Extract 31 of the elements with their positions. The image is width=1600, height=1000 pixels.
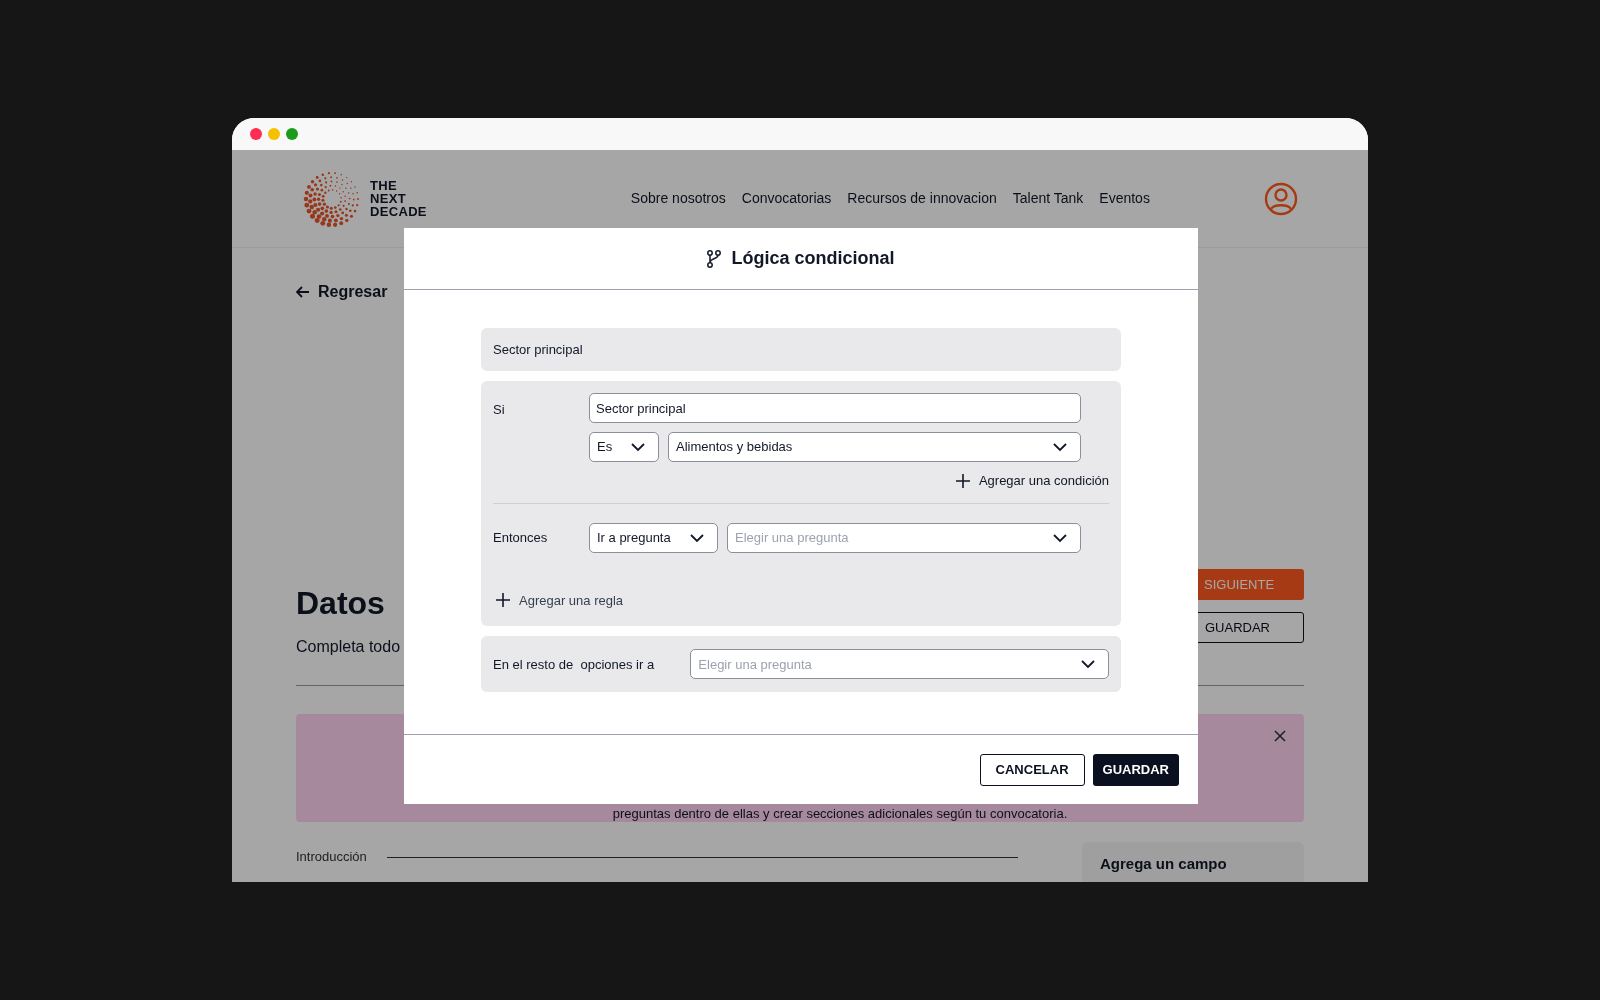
then-label: Entonces (493, 528, 549, 547)
add-condition-link[interactable]: Agregar una condición (955, 471, 1109, 491)
nav-link[interactable]: Convocatorias (741, 188, 832, 209)
nav-link[interactable]: Recursos de innovacion (847, 188, 997, 209)
fallback-label: En el resto de opciones ir a (493, 655, 656, 674)
value-dropdown[interactable]: Alimentos y bebidas (668, 432, 1081, 462)
cancel-button[interactable]: CANCELAR (979, 753, 1085, 786)
section-label: Introducción (296, 848, 367, 867)
action-dropdown[interactable]: Ir a pregunta (589, 522, 718, 553)
nav-link[interactable]: Sobre nosotros (630, 188, 726, 209)
modal-title: Lógica condicional (731, 247, 895, 270)
nav-link[interactable]: Eventos (1099, 188, 1150, 209)
close-icon[interactable] (1274, 730, 1286, 742)
banner-text: preguntas dentro de ellas y crear secciones adicionales según tu convocatoria. (612, 806, 1068, 821)
plus-icon (955, 473, 970, 488)
branch-icon (707, 249, 722, 268)
arrow-left-icon (296, 286, 310, 298)
logo-text: THE NEXT DECADE (370, 179, 427, 218)
back-link[interactable]: Regresar (296, 280, 388, 304)
nav-link[interactable]: Talent Tank (1012, 188, 1084, 209)
field-input[interactable]: Sector principal (589, 393, 1081, 423)
add-rule-link[interactable]: Agregar una regla (496, 590, 624, 610)
save-button[interactable]: GUARDAR (1092, 753, 1179, 786)
plus-icon (496, 593, 510, 608)
if-label: Si (493, 401, 506, 419)
side-card-title: Agrega un campo (1100, 855, 1227, 872)
page-subtitle: Completa todo (296, 637, 401, 657)
operator-dropdown[interactable]: Es (589, 432, 659, 462)
question-header: Sector principal (481, 328, 1121, 371)
page-title: Datos (296, 584, 386, 623)
user-account-icon[interactable] (1264, 181, 1298, 216)
